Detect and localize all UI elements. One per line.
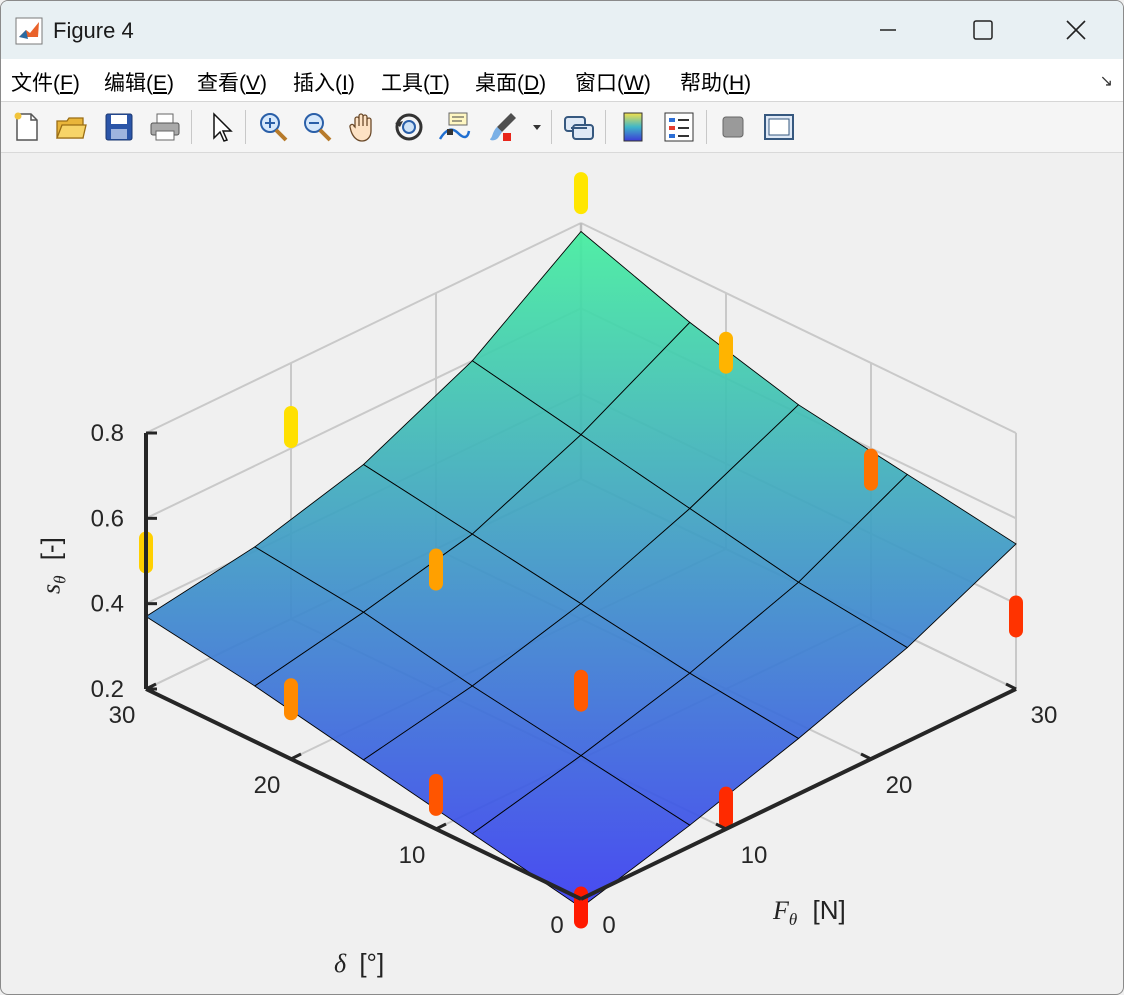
print-icon[interactable] xyxy=(147,109,183,145)
maximize-button[interactable] xyxy=(938,1,1028,59)
z-axis-label: sθ [-] xyxy=(35,537,70,595)
save-icon[interactable] xyxy=(101,109,137,145)
close-icon xyxy=(1066,20,1086,40)
menu-tools[interactable]: 工具(T) xyxy=(381,67,450,97)
legend-icon[interactable] xyxy=(661,109,697,145)
surface-plot[interactable]: 010203001020300.20.40.60.8 xyxy=(1,153,1123,994)
toolbar-separator xyxy=(605,110,606,144)
link-plot-icon[interactable] xyxy=(561,109,597,145)
minimize-button[interactable] xyxy=(843,1,933,59)
menu-help[interactable]: 帮助(H) xyxy=(680,67,751,97)
window-title: Figure 4 xyxy=(53,18,134,43)
close-button[interactable] xyxy=(1031,1,1121,59)
menu-insert[interactable]: 插入(I) xyxy=(293,67,355,97)
dock-arrow-icon[interactable]: ↘ xyxy=(1100,71,1113,91)
menu-view[interactable]: 查看(V) xyxy=(197,67,267,97)
f-axis-tick xyxy=(860,752,872,761)
f-axis-tick-label: 0 xyxy=(602,912,615,939)
z-axis-tick-label: 0.6 xyxy=(91,505,124,532)
data-cursor-icon[interactable] xyxy=(437,109,473,145)
plot-area[interactable]: 0 10 20 30 0 10 20 30 0.2 0.4 0.6 0.8 Fθ [N] δ [°] … xyxy=(1,153,1123,994)
brush-dropdown-button[interactable] xyxy=(527,109,547,145)
select-arrow-icon[interactable] xyxy=(203,109,239,145)
toolbar-separator xyxy=(706,110,707,144)
f-axis-tick-label: 30 xyxy=(1031,702,1058,729)
z-axis-tick-label: 0.4 xyxy=(91,591,124,618)
y-axis-label: δ [°] xyxy=(334,948,385,978)
f-axis-tick-label: 10 xyxy=(741,842,768,869)
open-file-icon[interactable] xyxy=(53,109,89,145)
menu-file[interactable]: 文件(F) xyxy=(11,67,80,97)
colorbar-icon[interactable] xyxy=(615,109,651,145)
toolbar-separator xyxy=(551,110,552,144)
show-plot-tools-icon[interactable] xyxy=(761,109,797,145)
menu-window[interactable]: 窗口(W) xyxy=(575,67,651,97)
toolbar-separator xyxy=(245,110,246,144)
f-axis-tick xyxy=(1005,682,1017,691)
matlab-logo-icon xyxy=(15,17,43,45)
delta-axis-tick-label: 10 xyxy=(399,842,426,869)
zoom-in-icon[interactable] xyxy=(255,109,291,145)
delta-axis-tick xyxy=(435,822,447,831)
new-figure-icon[interactable] xyxy=(9,109,45,145)
menu-bar: 文件(F) 编辑(E) 查看(V) 插入(I) 工具(T) 桌面(D) 窗口(W… xyxy=(1,59,1123,102)
figure-window: Figure 4 文件(F) 编辑(E) 查看(V) 插入(I) 工具(T) 桌… xyxy=(0,0,1124,995)
title-bar: Figure 4 xyxy=(1,1,1123,59)
minimize-icon xyxy=(880,29,896,31)
toolbar-separator xyxy=(191,110,192,144)
menu-edit[interactable]: 编辑(E) xyxy=(104,67,174,97)
x-axis-label: Fθ [N] xyxy=(773,895,846,930)
f-axis-tick-label: 20 xyxy=(886,772,913,799)
pan-hand-icon[interactable] xyxy=(345,109,381,145)
zoom-out-icon[interactable] xyxy=(299,109,335,145)
figure-toolbar xyxy=(1,102,1123,153)
maximize-icon xyxy=(973,20,993,40)
z-axis-tick-label: 0.2 xyxy=(91,676,124,703)
rotate-3d-icon[interactable] xyxy=(391,109,427,145)
z-axis-tick-label: 0.8 xyxy=(91,420,124,447)
menu-desktop[interactable]: 桌面(D) xyxy=(475,67,546,97)
brush-icon[interactable] xyxy=(485,109,521,145)
delta-axis-tick-label: 30 xyxy=(109,702,136,729)
delta-axis-tick-label: 20 xyxy=(254,772,281,799)
delta-axis-tick xyxy=(290,752,302,761)
hide-plot-tools-icon[interactable] xyxy=(715,109,751,145)
delta-axis-tick-label: 0 xyxy=(550,912,563,939)
